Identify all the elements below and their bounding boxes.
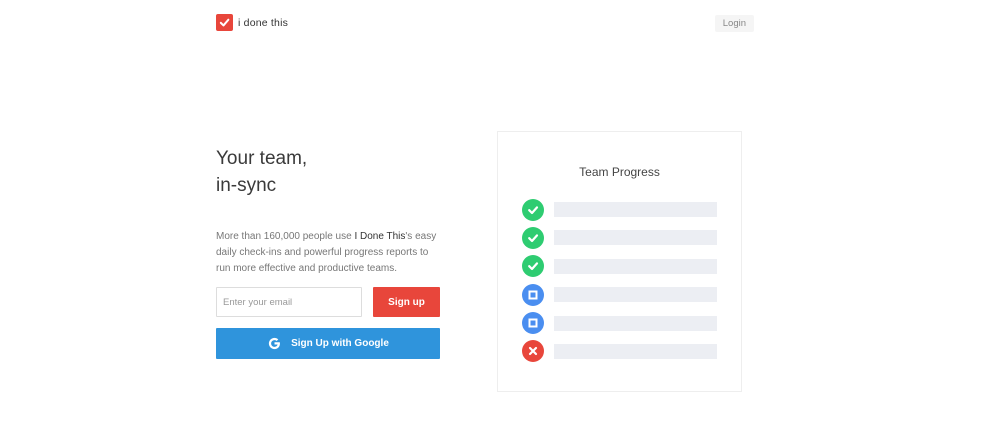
progress-row [522, 198, 717, 221]
progress-placeholder-bar [554, 315, 717, 331]
progress-row [522, 226, 717, 249]
progress-placeholder-bar [554, 258, 717, 274]
progress-list [522, 198, 717, 370]
description-before: More than 160,000 people use [216, 231, 355, 242]
description-brand: I Done This [354, 231, 406, 242]
progress-placeholder-bar [554, 287, 717, 303]
email-input[interactable] [216, 287, 362, 317]
square-circle-icon [522, 312, 544, 335]
hero-section: Your team, in-sync More than 160,000 peo… [216, 145, 446, 277]
logo[interactable]: i done this [216, 14, 288, 31]
progress-placeholder-bar [554, 343, 717, 359]
check-circle-icon [522, 255, 544, 278]
login-button[interactable]: Login [714, 15, 754, 32]
google-g-icon [267, 336, 282, 351]
signup-form: Sign up [216, 287, 440, 317]
headline: Your team, in-sync [216, 145, 446, 199]
headline-line-2: in-sync [216, 175, 277, 196]
header: i done this Login [216, 14, 754, 34]
progress-row [522, 283, 717, 306]
google-signup-label: Sign Up with Google [291, 338, 389, 349]
progress-placeholder-bar [554, 230, 717, 246]
team-progress-card: Team Progress [497, 131, 742, 392]
headline-line-1: Your team, [216, 148, 308, 169]
logo-text: i done this [238, 16, 289, 29]
progress-row [522, 255, 717, 278]
landing-page: i done this Login Your team, in-sync Mor… [0, 0, 1000, 433]
hero-description: More than 160,000 people use I Done This… [216, 229, 441, 277]
x-circle-icon [522, 340, 544, 363]
checkmark-logo-icon [216, 14, 233, 31]
square-circle-icon [522, 283, 544, 306]
check-circle-icon [522, 226, 544, 249]
progress-row [522, 312, 717, 335]
progress-row [522, 340, 717, 363]
signup-button[interactable]: Sign up [373, 287, 440, 317]
progress-placeholder-bar [554, 202, 717, 217]
check-circle-icon [522, 198, 544, 221]
card-title: Team Progress [579, 165, 660, 179]
google-signup-button[interactable]: Sign Up with Google [216, 328, 440, 359]
